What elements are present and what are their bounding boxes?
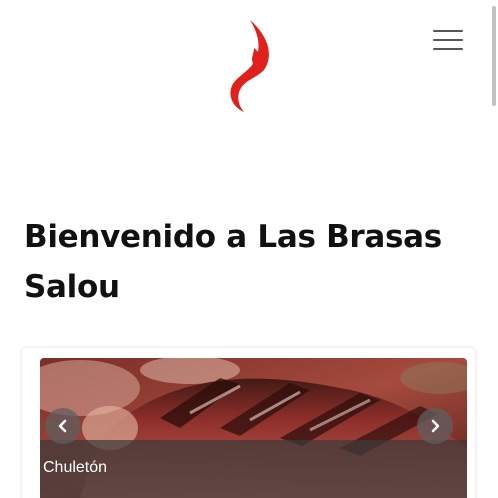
- flame-icon[interactable]: [224, 18, 274, 114]
- chevron-right-icon: [431, 419, 440, 433]
- menu-bar: [433, 30, 463, 32]
- menu-bar: [433, 48, 463, 50]
- carousel-next-button[interactable]: [417, 408, 453, 444]
- hamburger-menu-icon[interactable]: [428, 26, 468, 54]
- page-title-line2: Salou: [24, 269, 120, 305]
- page: Bienvenido a Las Brasas Salou Chuletón: [0, 0, 498, 498]
- carousel-prev-button[interactable]: [45, 408, 81, 444]
- image-carousel[interactable]: Chuletón: [40, 358, 467, 498]
- chevron-left-icon: [58, 419, 67, 433]
- scrollbar-thumb[interactable]: [492, 6, 496, 106]
- page-title-line1: Bienvenido a Las Brasas: [24, 219, 442, 255]
- page-title: Bienvenido a Las Brasas Salou: [24, 212, 464, 312]
- scrollbar[interactable]: [491, 0, 498, 498]
- menu-bar: [433, 39, 463, 41]
- slide-caption: Chuletón: [43, 459, 108, 476]
